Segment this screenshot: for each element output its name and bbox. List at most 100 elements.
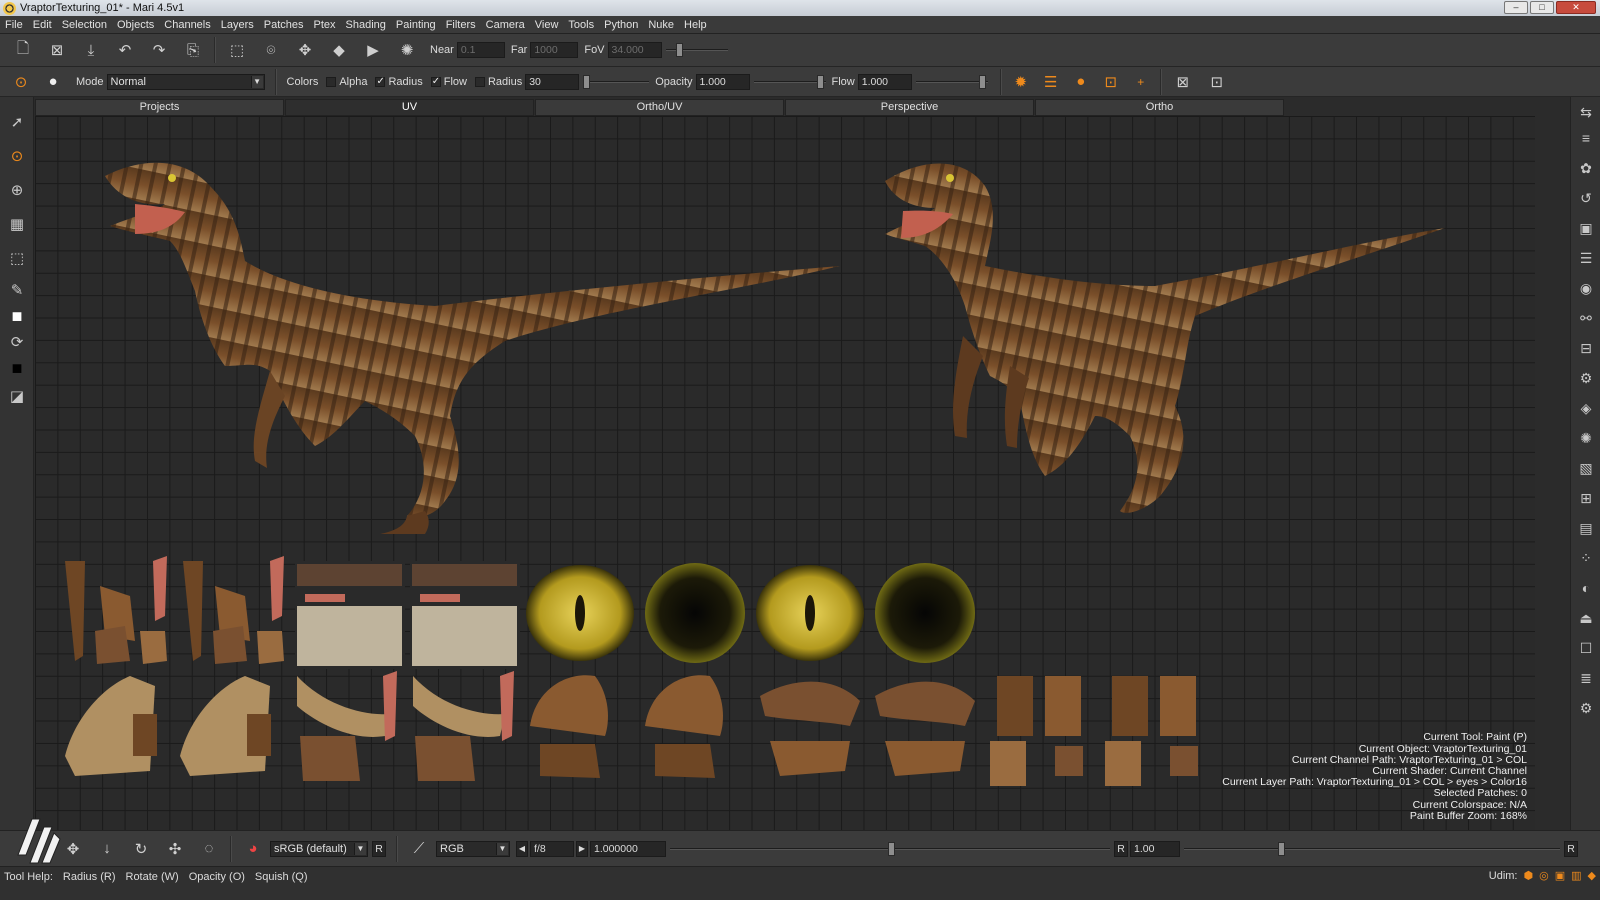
channels-palette-icon[interactable]: ☰ (1575, 247, 1597, 269)
minimize-button[interactable]: – (1504, 1, 1528, 14)
udim-box-icon[interactable]: ▣ (1555, 869, 1565, 882)
menu-edit[interactable]: Edit (28, 19, 57, 31)
reset-colors-icon[interactable]: ◪ (6, 385, 28, 407)
lights-palette-icon[interactable]: ◉ (1575, 277, 1597, 299)
select-arrow-icon[interactable]: ➚ (6, 111, 28, 133)
gamma-reset-button[interactable]: R (1564, 840, 1578, 857)
paint-tool-icon[interactable]: ⊙ (6, 145, 28, 167)
patches-palette-icon[interactable]: ⁘ (1575, 547, 1597, 569)
close-button[interactable]: ✕ (1556, 1, 1596, 14)
tool-properties-icon[interactable]: ⚙ (1575, 367, 1597, 389)
tab-uv[interactable]: UV (285, 99, 534, 116)
foreground-color-swatch[interactable]: ■ (6, 305, 28, 327)
radius-checkbox[interactable]: ✓ (375, 76, 386, 87)
udim-paint-icon[interactable]: ⬢ (1524, 869, 1534, 882)
layers-palette-icon[interactable]: ≡ (1575, 127, 1597, 149)
brush-icon[interactable]: ● (40, 70, 66, 94)
color-management-icon[interactable]: ◕ (240, 837, 266, 861)
udim-target-icon[interactable]: ◎ (1539, 869, 1549, 882)
projector-icon[interactable]: ▶ (360, 38, 386, 62)
swap-colors-icon[interactable]: ⟳ (6, 331, 28, 353)
maximize-button[interactable]: □ (1530, 1, 1554, 14)
new-project-icon[interactable]: 🗋 (10, 38, 36, 62)
exposure-slider[interactable] (670, 841, 1110, 857)
redo-icon[interactable]: ↷ (146, 38, 172, 62)
menu-camera[interactable]: Camera (481, 19, 530, 31)
undo-icon[interactable]: ↶ (112, 38, 138, 62)
tab-ortho-uv[interactable]: Ortho/UV (535, 99, 784, 116)
shaded-cube-icon[interactable]: ◆ (326, 38, 352, 62)
opacity-input[interactable]: 1.000 (695, 73, 750, 90)
shaders-palette-icon[interactable]: ▤ (1575, 517, 1597, 539)
frame-icon[interactable]: ✥ (292, 38, 318, 62)
layers-paint-icon[interactable]: ☰ (1040, 71, 1062, 93)
flow-input[interactable]: 1.000 (857, 73, 912, 90)
drop-down-arrow-icon[interactable]: ↓ (94, 837, 120, 861)
camera-icon[interactable]: ⌾ (258, 38, 284, 62)
gain-slider[interactable] (1184, 841, 1560, 857)
menu-filters[interactable]: Filters (441, 19, 481, 31)
grid-fill-icon[interactable]: ▦ (6, 213, 28, 235)
menu-layers[interactable]: Layers (216, 19, 259, 31)
background-color-swatch[interactable]: ■ (6, 357, 28, 379)
alpha-checkbox[interactable] (326, 76, 337, 87)
fstop-increase-button[interactable]: ▶ (576, 840, 588, 857)
add-icon[interactable]: + (1130, 71, 1152, 93)
radius-slider[interactable] (583, 74, 650, 90)
close-project-icon[interactable]: ⊠ (44, 38, 70, 62)
far-input[interactable]: 1000 (530, 42, 579, 58)
light-icon[interactable]: ✺ (394, 38, 420, 62)
node-graph-icon[interactable]: ⚯ (1575, 307, 1597, 329)
object-list-icon[interactable]: ⊟ (1575, 337, 1597, 359)
menu-help[interactable]: Help (679, 19, 712, 31)
colorspace-select[interactable]: sRGB (default) ▼ (270, 840, 368, 857)
painting-palette-icon[interactable]: ⏏ (1575, 607, 1597, 629)
brush-settings-icon[interactable]: ✹ (1010, 71, 1032, 93)
fstop-input[interactable]: f/8 (530, 840, 574, 857)
lut-curve-icon[interactable]: ⟋ (406, 837, 432, 861)
flow-checkbox[interactable]: ✓ (430, 76, 441, 87)
image-manager-icon[interactable]: ▣ (1575, 217, 1597, 239)
fstop-decrease-button[interactable]: ◀ (516, 840, 528, 857)
snapshots-icon[interactable]: ⊞ (1575, 487, 1597, 509)
texture-sets-icon[interactable]: ▧ (1575, 457, 1597, 479)
menu-view[interactable]: View (530, 19, 564, 31)
clone-stamp-icon[interactable]: ⊕ (6, 179, 28, 201)
settings-palette-icon[interactable]: ⚙ (1575, 697, 1597, 719)
colorspace-reset-button[interactable]: R (372, 840, 386, 857)
expand-palettes-icon[interactable]: ⇆ (1575, 101, 1597, 123)
menu-selection[interactable]: Selection (57, 19, 112, 31)
menu-channels[interactable]: Channels (159, 19, 215, 31)
pan-view-icon[interactable]: ✣ (162, 837, 188, 861)
tab-projects[interactable]: Projects (35, 99, 284, 116)
opacity-slider[interactable] (753, 74, 826, 90)
paint-tool-icon[interactable]: ⊙ (10, 71, 32, 93)
tab-ortho[interactable]: Ortho (1035, 99, 1284, 116)
save-project-icon[interactable]: ⤓ (78, 38, 104, 62)
canvas-palette-icon[interactable]: ☐ (1575, 637, 1597, 659)
radius-input[interactable]: 30 (525, 73, 580, 90)
menu-tools[interactable]: Tools (563, 19, 599, 31)
move-tool-icon[interactable]: ✥ (60, 837, 86, 861)
history-icon[interactable]: ⎘ (180, 38, 206, 62)
rotate-view-icon[interactable]: ↻ (128, 837, 154, 861)
cube-view-icon[interactable]: ⬚ (224, 38, 250, 62)
near-input[interactable]: 0.1 (456, 42, 505, 58)
gain-input[interactable]: 1.00 (1130, 840, 1180, 857)
marquee-select-icon[interactable]: ⬚ (6, 247, 28, 269)
dotted-circle-icon[interactable]: ◌ (196, 837, 222, 861)
tab-perspective[interactable]: Perspective (785, 99, 1034, 116)
bake-icon[interactable]: ⊡ (1204, 70, 1230, 94)
brushes-palette-icon[interactable]: ✿ (1575, 157, 1597, 179)
uv-viewport[interactable]: Current Tool: Paint (P) Current Object: … (35, 116, 1535, 830)
colors-palette-icon[interactable]: ✺ (1575, 427, 1597, 449)
exposure-input[interactable]: 1.000000 (590, 840, 666, 857)
menu-nuke[interactable]: Nuke (643, 19, 679, 31)
brush-color-icon[interactable]: ● (1070, 71, 1092, 93)
menu-objects[interactable]: Objects (112, 19, 159, 31)
fov-slider[interactable] (665, 42, 728, 58)
menu-ptex[interactable]: Ptex (309, 19, 341, 31)
menu-patches[interactable]: Patches (259, 19, 309, 31)
history-palette-icon[interactable]: ↺ (1575, 187, 1597, 209)
menu-python[interactable]: Python (599, 19, 643, 31)
